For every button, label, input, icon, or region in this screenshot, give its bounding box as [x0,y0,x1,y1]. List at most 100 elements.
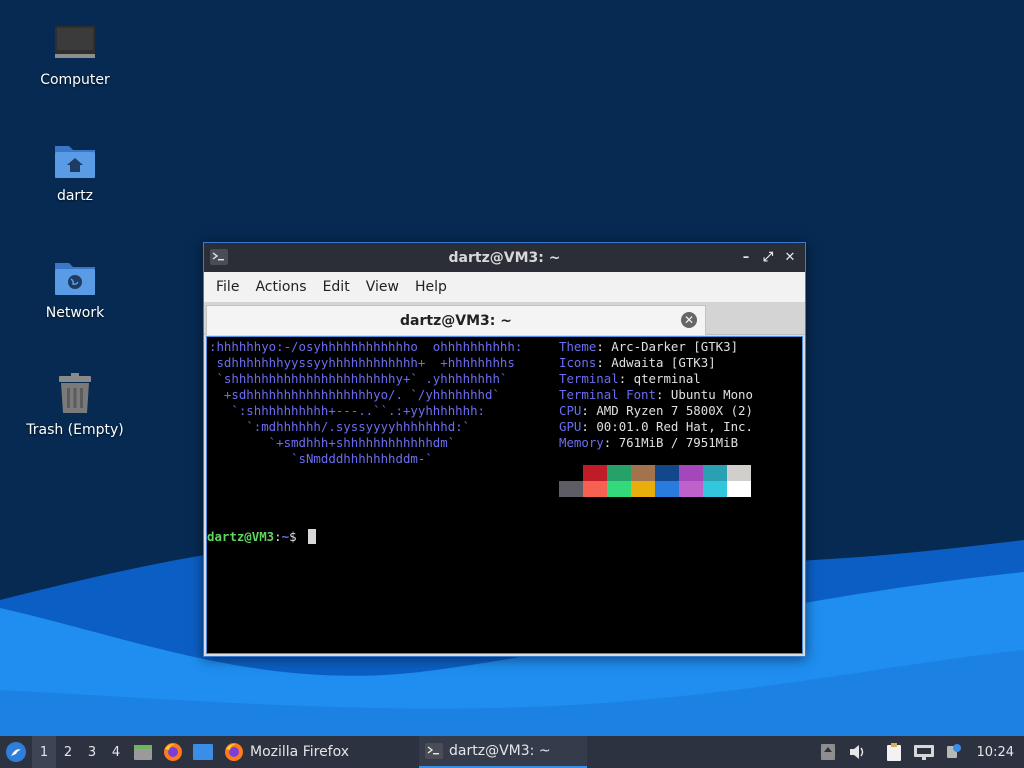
menu-file[interactable]: File [208,279,247,295]
info-colon: : [581,403,597,418]
info-colon: : [655,387,671,402]
palette-swatch [583,481,607,497]
file-manager-launcher[interactable] [128,736,158,768]
desktop-icon-network[interactable]: Network [10,253,140,321]
ascii-logo-line: +sdhhhhhhhhhhhhhhhhhyo/. `/yhhhhhhhd` [209,387,500,402]
clipboard-icon [886,743,901,761]
close-button[interactable]: ✕ [781,248,799,266]
minimize-button[interactable]: – [737,248,755,266]
desktop-icon-computer[interactable]: Computer [10,20,140,88]
shell-prompt: dartz@VM3:~$ [207,529,317,545]
file-manager-icon [134,745,152,760]
clock[interactable]: 10:24 [969,745,1024,760]
palette-swatch [703,465,727,481]
maximize-button[interactable]: ⤢ [759,248,777,266]
tab-terminal[interactable]: dartz@VM3: ~ ✕ [206,305,706,335]
prompt-user-host: dartz@VM3 [207,529,275,544]
tray-notifications[interactable] [939,736,969,768]
palette-swatch [607,481,631,497]
text-cursor [308,529,317,544]
info-value: 761MiB / 7951MiB [618,435,739,450]
info-value: 00:01.0 Red Hat, Inc. [596,419,753,434]
system-info-row: Memory: 761MiB / 7951MiB [559,435,753,451]
info-colon: : [618,371,634,386]
network-icon [913,745,934,760]
tray-clipboard[interactable] [879,736,909,768]
desktop-icon-dartz[interactable]: dartz [10,136,140,204]
info-key: CPU [559,403,582,418]
system-tray: 10:24 [813,736,1024,768]
volume-icon [849,745,863,759]
prompt-separator: : [274,529,282,544]
menu-help[interactable]: Help [407,279,455,295]
info-key: Icons [559,355,597,370]
ascii-logo: :hhhhhhyo:-/osyhhhhhhhhhhhho ohhhhhhhhhh… [209,339,522,467]
ascii-logo-line: `:mdhhhhhh/.syssyyyyhhhhhhhd:` [209,419,471,434]
workspace-1[interactable]: 1 [32,736,56,768]
palette-swatch [559,465,583,481]
task-label: Mozilla Firefox [250,744,350,760]
palette-swatch [655,465,679,481]
ascii-logo-line: `shhhhhhhhhhhhhhhhhhhhhhy+` .yhhhhhhhh` [209,371,508,386]
palette-swatch [631,481,655,497]
computer-icon [55,26,95,58]
palette-swatch [703,481,727,497]
system-info-row: Icons: Adwaita [GTK3] [559,355,753,371]
window-title: dartz@VM3: ~ [448,249,561,266]
start-menu-button[interactable] [0,736,32,768]
workspace-4[interactable]: 4 [104,736,128,768]
info-value: AMD Ryzen 7 5800X (2) [596,403,753,418]
system-info-row: Theme: Arc-Darker [GTK3] [559,339,753,355]
system-info-row: GPU: 00:01.0 Red Hat, Inc. [559,419,753,435]
terminal-console[interactable]: :hhhhhhyo:-/osyhhhhhhhhhhhho ohhhhhhhhhh… [206,336,803,654]
task-firefox[interactable]: Mozilla Firefox [218,736,355,768]
palette-swatch [679,481,703,497]
workspace-3[interactable]: 3 [80,736,104,768]
desktop-icon-label: Trash (Empty) [26,422,124,438]
info-key: Terminal Font [559,387,656,402]
desktop-icon-trash[interactable]: Trash (Empty) [10,370,140,438]
task-label: dartz@VM3: ~ [449,743,551,759]
system-info: Theme: Arc-Darker [GTK3] Icons: Adwaita [… [559,339,753,451]
info-colon: : [581,419,597,434]
desktop-icon-label: dartz [56,188,94,204]
palette-swatch [631,465,655,481]
desktop-launcher[interactable] [188,736,218,768]
notification-icon [946,744,961,758]
task-terminal[interactable]: dartz@VM3: ~ [419,736,588,768]
info-value: Adwaita [GTK3] [611,355,716,370]
ascii-logo-line: :hhhhhhyo:-/osyhhhhhhhhhhhho ohhhhhhhhhh… [209,339,523,354]
info-value: qterminal [633,371,701,386]
tab-label: dartz@VM3: ~ [400,312,512,329]
show-desktop-icon [193,744,213,760]
menu-actions[interactable]: Actions [247,279,314,295]
ascii-logo-line: `+smdhhh+shhhhhhhhhhhhdm` [209,435,456,450]
info-colon: : [596,355,612,370]
menu-edit[interactable]: Edit [315,279,358,295]
palette-swatch [727,481,751,497]
terminal-icon [210,249,228,265]
system-info-row: Terminal Font: Ubuntu Mono [559,387,753,403]
info-value: Arc-Darker [GTK3] [611,339,739,354]
prompt-path: ~ [281,529,290,544]
workspace-2[interactable]: 2 [56,736,80,768]
info-key: Terminal [559,371,619,386]
palette-swatch [679,465,703,481]
menu-view[interactable]: View [358,279,407,295]
prompt-symbol: $ [289,529,297,544]
info-colon: : [603,435,619,450]
ascii-logo-line: `:shhhhhhhhhh+---..``.:+yyhhhhhhh: [209,403,486,418]
palette-swatch [559,481,583,497]
tab-close-icon[interactable]: ✕ [681,312,697,328]
tray-network[interactable] [909,736,939,768]
firefox-launcher[interactable] [158,736,188,768]
tray-updates[interactable] [813,736,843,768]
palette-swatch [607,465,631,481]
tray-volume[interactable] [843,736,873,768]
color-palette [559,465,751,497]
palette-swatch [727,465,751,481]
firefox-icon [225,743,243,761]
terminal-window[interactable]: dartz@VM3: ~ – ⤢ ✕ File Actions Edit Vie… [203,242,806,657]
window-titlebar[interactable]: dartz@VM3: ~ – ⤢ ✕ [204,243,805,272]
tab-bar: dartz@VM3: ~ ✕ [204,302,805,335]
